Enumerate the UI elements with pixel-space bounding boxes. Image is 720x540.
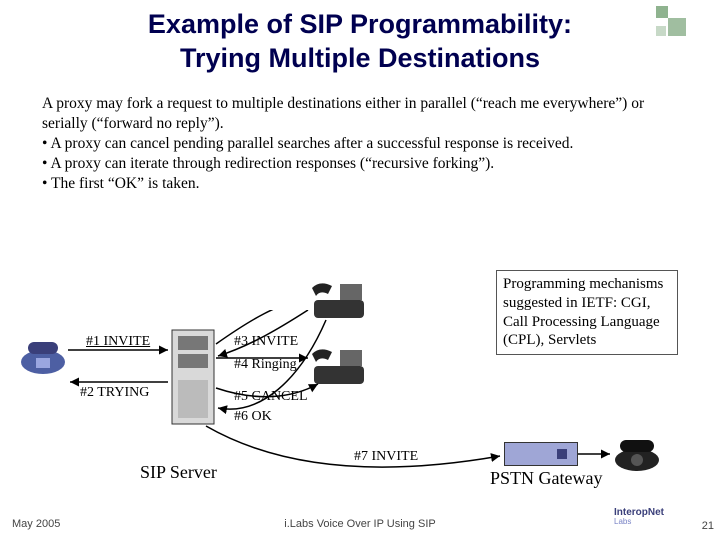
slide-title: Example of SIP Programmability: Trying M…: [0, 0, 720, 76]
programming-callout: Programming mechanisms suggested in IETF…: [496, 270, 678, 355]
label-msg1: #1 INVITE: [86, 335, 150, 350]
body-text: A proxy may fork a request to multiple d…: [0, 76, 720, 195]
page-number: 21: [702, 520, 714, 532]
interop-logo: InteropNet Labs: [614, 508, 692, 536]
footer-center: i.Labs Voice Over IP Using SIP: [284, 518, 435, 530]
label-msg2: #2 TRYING: [80, 386, 149, 401]
phone-dest1-icon: [310, 280, 368, 320]
label-msg6: #6 OK: [234, 410, 272, 425]
label-msg5: #5 CANCEL: [234, 390, 308, 405]
label-sip-server: SIP Server: [140, 462, 217, 483]
footer-date: May 2005: [12, 518, 60, 530]
title-line-2: Trying Multiple Destinations: [180, 43, 540, 73]
title-line-1: Example of SIP Programmability:: [148, 9, 572, 39]
label-pstn-gateway: PSTN Gateway: [490, 468, 602, 489]
pstn-gateway-icon: [504, 442, 578, 466]
body-b3: • The first “OK” is taken.: [42, 174, 678, 194]
sip-server-icon: [170, 328, 216, 426]
phone-dest2-icon: [310, 346, 368, 386]
phone-pstn-icon: [612, 436, 662, 472]
logo-line2: Labs: [614, 518, 692, 526]
phone-origin-icon: [18, 340, 68, 376]
body-p1: A proxy may fork a request to multiple d…: [42, 94, 678, 134]
label-msg3: #3 INVITE: [234, 335, 298, 350]
label-msg4: #4 Ringing: [234, 358, 297, 373]
body-b2: • A proxy can iterate through redirectio…: [42, 154, 678, 174]
label-msg7: #7 INVITE: [354, 450, 418, 465]
body-b1: • A proxy can cancel pending parallel se…: [42, 134, 678, 154]
